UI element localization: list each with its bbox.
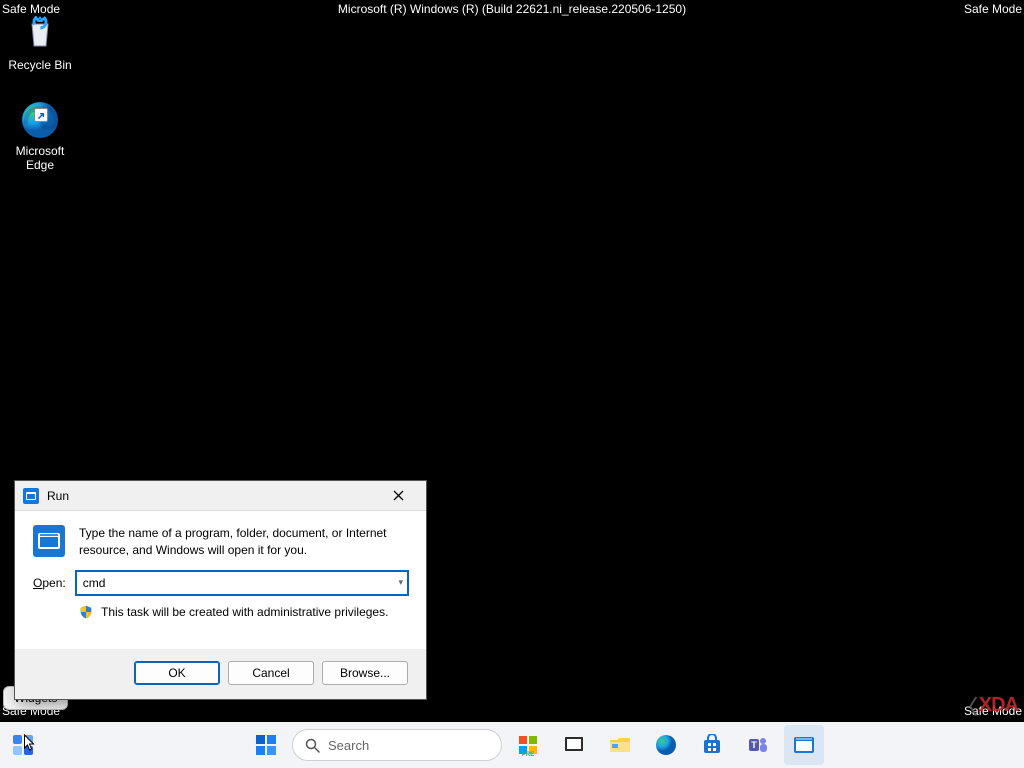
start-button[interactable] (246, 725, 286, 765)
run-admin-note: This task will be created with administr… (101, 605, 388, 619)
widgets-button[interactable] (0, 722, 46, 768)
chevron-down-icon[interactable]: ▾ (398, 577, 403, 588)
cancel-button[interactable]: Cancel (228, 661, 314, 685)
search-icon (305, 738, 320, 753)
taskbar-edge[interactable] (646, 725, 686, 765)
taskbar-search-placeholder: Search (328, 738, 369, 753)
taskbar: Search PRE (0, 722, 1024, 768)
desktop-icon-edge[interactable]: Microsoft Edge (4, 100, 76, 172)
close-button[interactable] (378, 482, 418, 510)
recycle-bin-icon (20, 14, 60, 54)
teams-icon: T (747, 734, 769, 756)
taskbar-search[interactable]: Search (292, 729, 502, 761)
run-open-input[interactable] (83, 576, 401, 590)
edge-icon (655, 734, 677, 756)
run-title-icon (23, 488, 39, 504)
shortcut-arrow-icon (34, 108, 48, 122)
store-icon (701, 734, 723, 756)
svg-text:T: T (751, 740, 757, 750)
build-info-label: Microsoft (R) Windows (R) (Build 22621.n… (338, 2, 686, 16)
desktop-icon-recycle-bin[interactable]: Recycle Bin (4, 14, 76, 72)
ok-button[interactable]: OK (134, 661, 220, 685)
run-title: Run (47, 489, 370, 503)
run-description: Type the name of a program, folder, docu… (79, 525, 408, 559)
desktop-icon-label: Microsoft Edge (16, 144, 65, 172)
taskbar-file-explorer[interactable] (600, 725, 640, 765)
xda-watermark: 〈 XDA (958, 691, 1018, 720)
taskbar-teams[interactable]: T (738, 725, 778, 765)
taskbar-task-view[interactable] (554, 725, 594, 765)
windows-logo-icon (254, 733, 278, 757)
run-dialog: Run Type the name of a program, folder, … (14, 480, 427, 700)
run-titlebar[interactable]: Run (15, 481, 426, 511)
browse-button[interactable]: Browse... (322, 661, 408, 685)
taskbar-app-powertoys[interactable]: PRE (508, 725, 548, 765)
run-open-combobox[interactable]: ▾ (76, 571, 408, 595)
close-icon (393, 490, 404, 501)
chevron-left-icon: 〈 (958, 691, 977, 720)
desktop-icon-label: Recycle Bin (8, 58, 71, 72)
run-icon (793, 736, 815, 754)
run-open-label: Open: (33, 576, 66, 590)
safe-mode-label-tr: Safe Mode (964, 2, 1022, 16)
folder-icon (609, 736, 631, 754)
run-app-icon (33, 525, 65, 557)
run-button-row: OK Cancel Browse... (15, 649, 426, 699)
cursor-icon (23, 734, 36, 752)
task-view-icon (564, 736, 584, 754)
edge-icon (20, 100, 60, 140)
shield-icon (79, 605, 93, 619)
powertoys-icon: PRE (517, 734, 539, 756)
svg-text:PRE: PRE (522, 752, 534, 756)
taskbar-store[interactable] (692, 725, 732, 765)
taskbar-run-active[interactable] (784, 725, 824, 765)
